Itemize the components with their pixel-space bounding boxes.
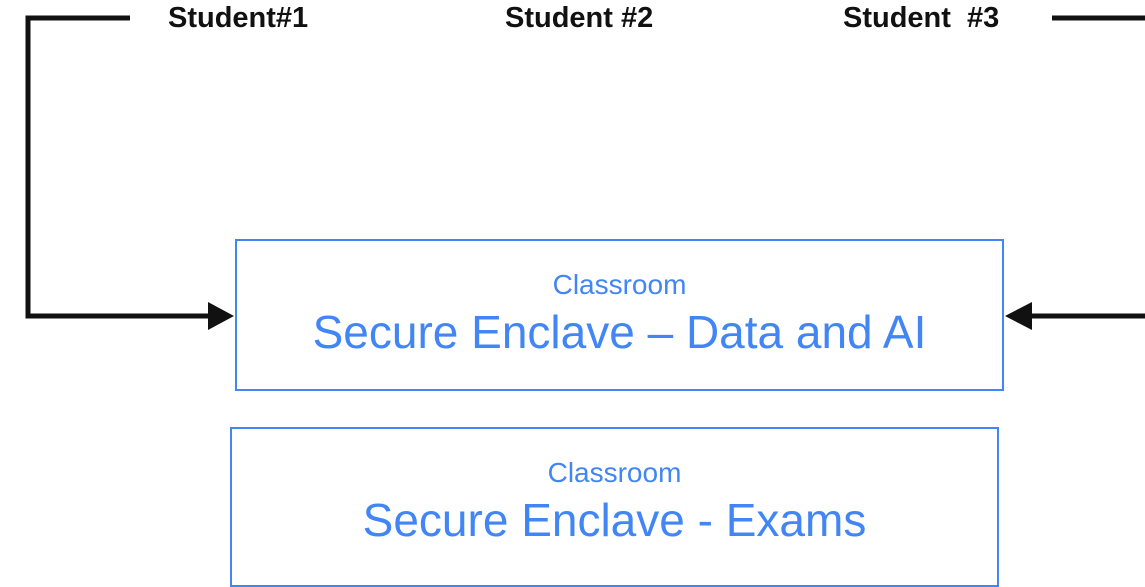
connector-student-1-to-data-ai xyxy=(25,15,210,319)
enclave-data-ai-kicker: Classroom xyxy=(552,269,687,300)
student-1-label: Student#1 xyxy=(168,2,309,34)
enclave-exams-kicker: Classroom xyxy=(547,457,682,488)
arrowhead-left-icon xyxy=(208,302,234,330)
enclave-exams-box: Classroom Secure Enclave - Exams xyxy=(230,427,999,587)
arrowhead-right-icon xyxy=(1005,302,1032,330)
student-3-label: Student #3 xyxy=(843,2,1000,34)
enclave-data-ai-title: Secure Enclave – Data and AI xyxy=(312,306,927,358)
enclave-data-ai-box: Classroom Secure Enclave – Data and AI xyxy=(235,239,1004,391)
student-2-label: Student #2 xyxy=(505,2,654,34)
enclave-exams-title: Secure Enclave - Exams xyxy=(362,494,867,546)
